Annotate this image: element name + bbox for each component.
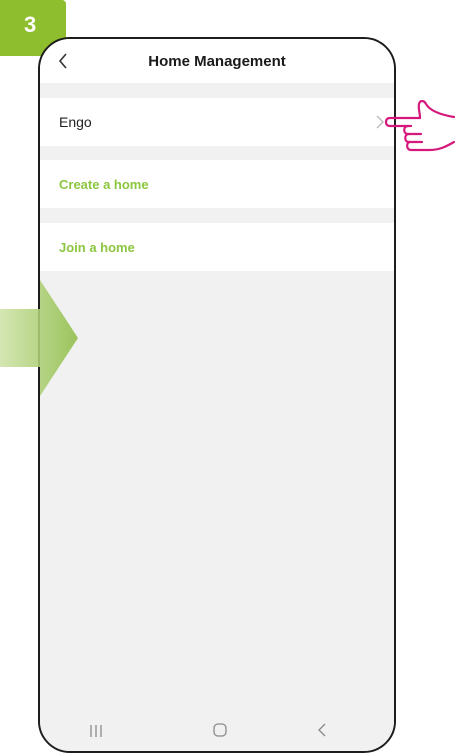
create-home-label: Create a home [59, 176, 149, 192]
home-item-engo[interactable]: Engo [40, 98, 394, 146]
green-arrow-icon [0, 280, 78, 396]
page-title: Home Management [148, 53, 286, 70]
step-number: 3 [24, 12, 37, 37]
join-home-button[interactable]: Join a home [40, 223, 394, 271]
phone-frame: Home Management Engo Create a home Join … [38, 37, 396, 753]
app-header: Home Management [40, 39, 394, 83]
chevron-right-icon [376, 115, 384, 129]
android-nav-bar [40, 717, 394, 751]
create-home-button[interactable]: Create a home [40, 160, 394, 208]
home-name: Engo [59, 114, 92, 130]
home-icon[interactable] [213, 723, 227, 737]
pointing-hand-icon [384, 99, 456, 152]
recents-icon[interactable] [88, 724, 104, 738]
join-home-label: Join a home [59, 239, 135, 255]
back-icon[interactable] [317, 722, 327, 738]
